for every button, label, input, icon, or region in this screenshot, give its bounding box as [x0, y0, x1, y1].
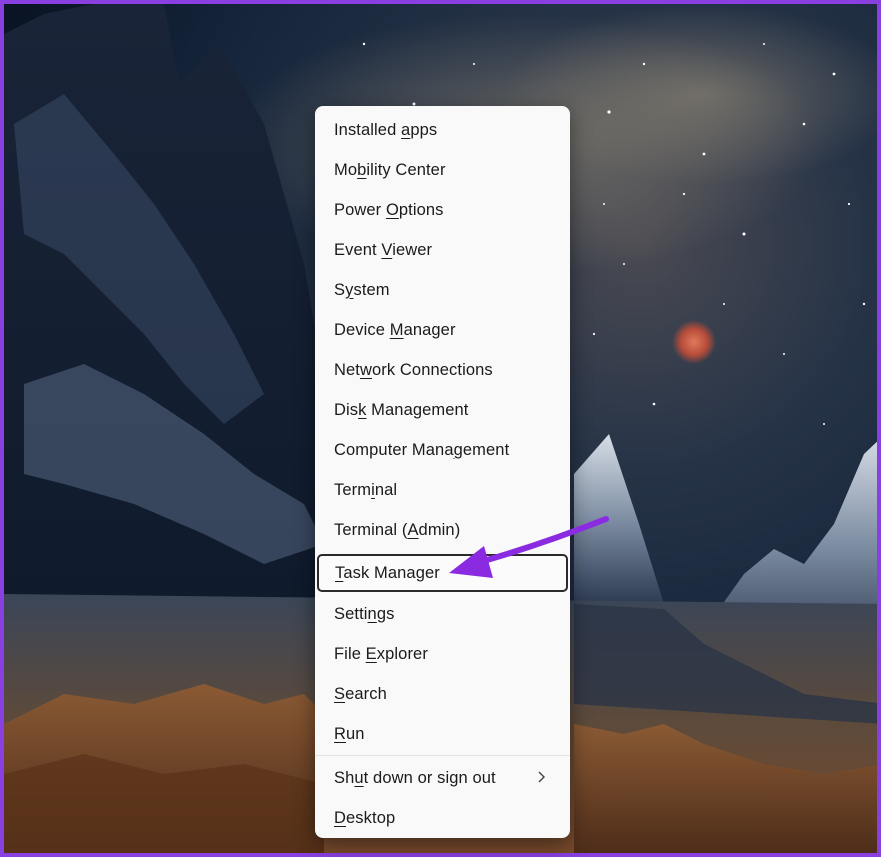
menu-item-shut-down-or-sign-out[interactable]: Shut down or sign out: [319, 760, 566, 796]
menu-item-label: File Explorer: [334, 644, 428, 663]
menu-item-power-options[interactable]: Power Options: [319, 192, 566, 228]
menu-item-label: Event Viewer: [334, 240, 433, 259]
menu-item-label: Settings: [334, 604, 395, 623]
menu-item-label: Power Options: [334, 200, 444, 219]
menu-item-label: Terminal: [334, 480, 398, 499]
menu-item-label: Search: [334, 684, 387, 703]
chevron-right-icon: [538, 771, 545, 783]
menu-item-run[interactable]: Run: [319, 716, 566, 752]
menu-item-label: Network Connections: [334, 360, 493, 379]
menu-item-search[interactable]: Search: [319, 676, 566, 712]
menu-item-label: System: [334, 280, 390, 299]
menu-item-label: Desktop: [334, 808, 396, 827]
menu-item-label: Mobility Center: [334, 160, 446, 179]
menu-item-disk-management[interactable]: Disk Management: [319, 392, 566, 428]
menu-item-label: Terminal (Admin): [334, 520, 461, 539]
menu-item-label: Device Manager: [334, 320, 456, 339]
context-menu: Installed apps Mobility Center Power Opt…: [315, 106, 570, 838]
menu-item-installed-apps[interactable]: Installed apps: [319, 112, 566, 148]
menu-item-label: Run: [334, 724, 365, 743]
menu-item-settings[interactable]: Settings: [319, 596, 566, 632]
menu-item-desktop[interactable]: Desktop: [319, 800, 566, 836]
menu-item-device-manager[interactable]: Device Manager: [319, 312, 566, 348]
menu-item-label: Shut down or sign out: [334, 768, 496, 787]
menu-item-label: Computer Management: [334, 440, 510, 459]
menu-item-computer-management[interactable]: Computer Management: [319, 432, 566, 468]
menu-item-network-connections[interactable]: Network Connections: [319, 352, 566, 388]
menu-separator: [315, 755, 570, 756]
menu-item-terminal-admin[interactable]: Terminal (Admin): [319, 512, 566, 548]
menu-item-mobility-center[interactable]: Mobility Center: [319, 152, 566, 188]
menu-item-terminal[interactable]: Terminal: [319, 472, 566, 508]
menu-item-event-viewer[interactable]: Event Viewer: [319, 232, 566, 268]
menu-item-file-explorer[interactable]: File Explorer: [319, 636, 566, 672]
menu-item-label: Disk Management: [334, 400, 469, 419]
menu-item-task-manager[interactable]: Task Manager: [317, 554, 568, 592]
menu-item-label: Installed apps: [334, 120, 438, 139]
menu-item-label: Task Manager: [335, 563, 440, 582]
menu-item-system[interactable]: System: [319, 272, 566, 308]
